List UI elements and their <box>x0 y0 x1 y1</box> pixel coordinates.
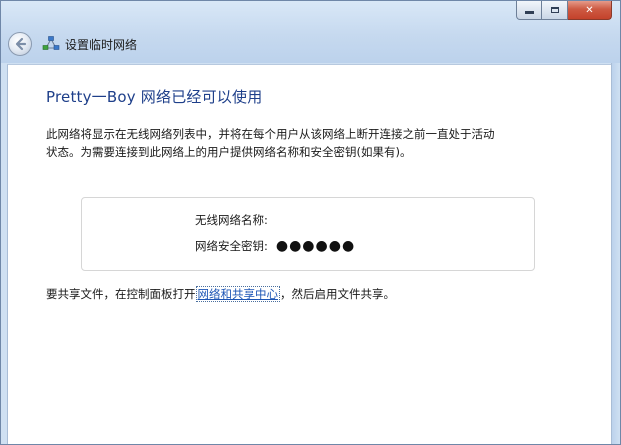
security-key-label: 网络安全密钥: <box>195 239 268 253</box>
network-info-box: 无线网络名称: 网络安全密钥: ●●●●●● <box>81 197 535 271</box>
back-button[interactable] <box>8 32 32 56</box>
maximize-button[interactable] <box>542 1 568 20</box>
back-arrow-icon <box>15 37 27 51</box>
title-bar: ✕ 设置临时网络 <box>1 1 620 63</box>
close-icon: ✕ <box>585 4 594 16</box>
network-name-label: 无线网络名称: <box>195 213 268 227</box>
description-line-1: 此网络将显示在无线网络列表中，并将在每个用户从该网络上断开连接之前一直处于活动 <box>46 127 495 141</box>
security-key-row: 网络安全密钥: ●●●●●● <box>195 238 355 254</box>
security-key-value: ●●●●●● <box>275 238 356 254</box>
file-sharing-note: 要共享文件，在控制面板打开 网络和共享中心 ，然后启用文件共享。 <box>46 286 395 302</box>
adhoc-network-icon <box>42 36 60 50</box>
sharing-note-suffix: ，然后启用文件共享。 <box>280 287 395 301</box>
description-text: 此网络将显示在无线网络列表中，并将在每个用户从该网络上断开连接之前一直处于活动 … <box>46 125 516 161</box>
content-panel: Pretty一Boy 网络已经可以使用 此网络将显示在无线网络列表中，并将在每个… <box>7 64 613 444</box>
dialog-window: ✕ 设置临时网络 Pretty一Boy 网络已经可以使用 此网络将显示在无线网络… <box>0 0 621 445</box>
page-heading: Pretty一Boy 网络已经可以使用 <box>46 88 263 106</box>
minimize-icon <box>524 11 534 14</box>
window-frame-right <box>611 63 620 444</box>
window-title: 设置临时网络 <box>65 38 138 52</box>
minimize-button[interactable] <box>516 1 542 20</box>
caption-buttons: ✕ <box>516 1 612 20</box>
maximize-icon <box>550 7 559 13</box>
network-name-row: 无线网络名称: <box>195 212 276 228</box>
close-button[interactable]: ✕ <box>568 1 612 20</box>
sharing-note-prefix: 要共享文件，在控制面板打开 <box>46 287 196 301</box>
network-sharing-center-link[interactable]: 网络和共享中心 <box>195 286 280 302</box>
description-line-2: 状态。为需要连接到此网络上的用户提供网络名称和安全密钥(如果有)。 <box>46 145 412 159</box>
